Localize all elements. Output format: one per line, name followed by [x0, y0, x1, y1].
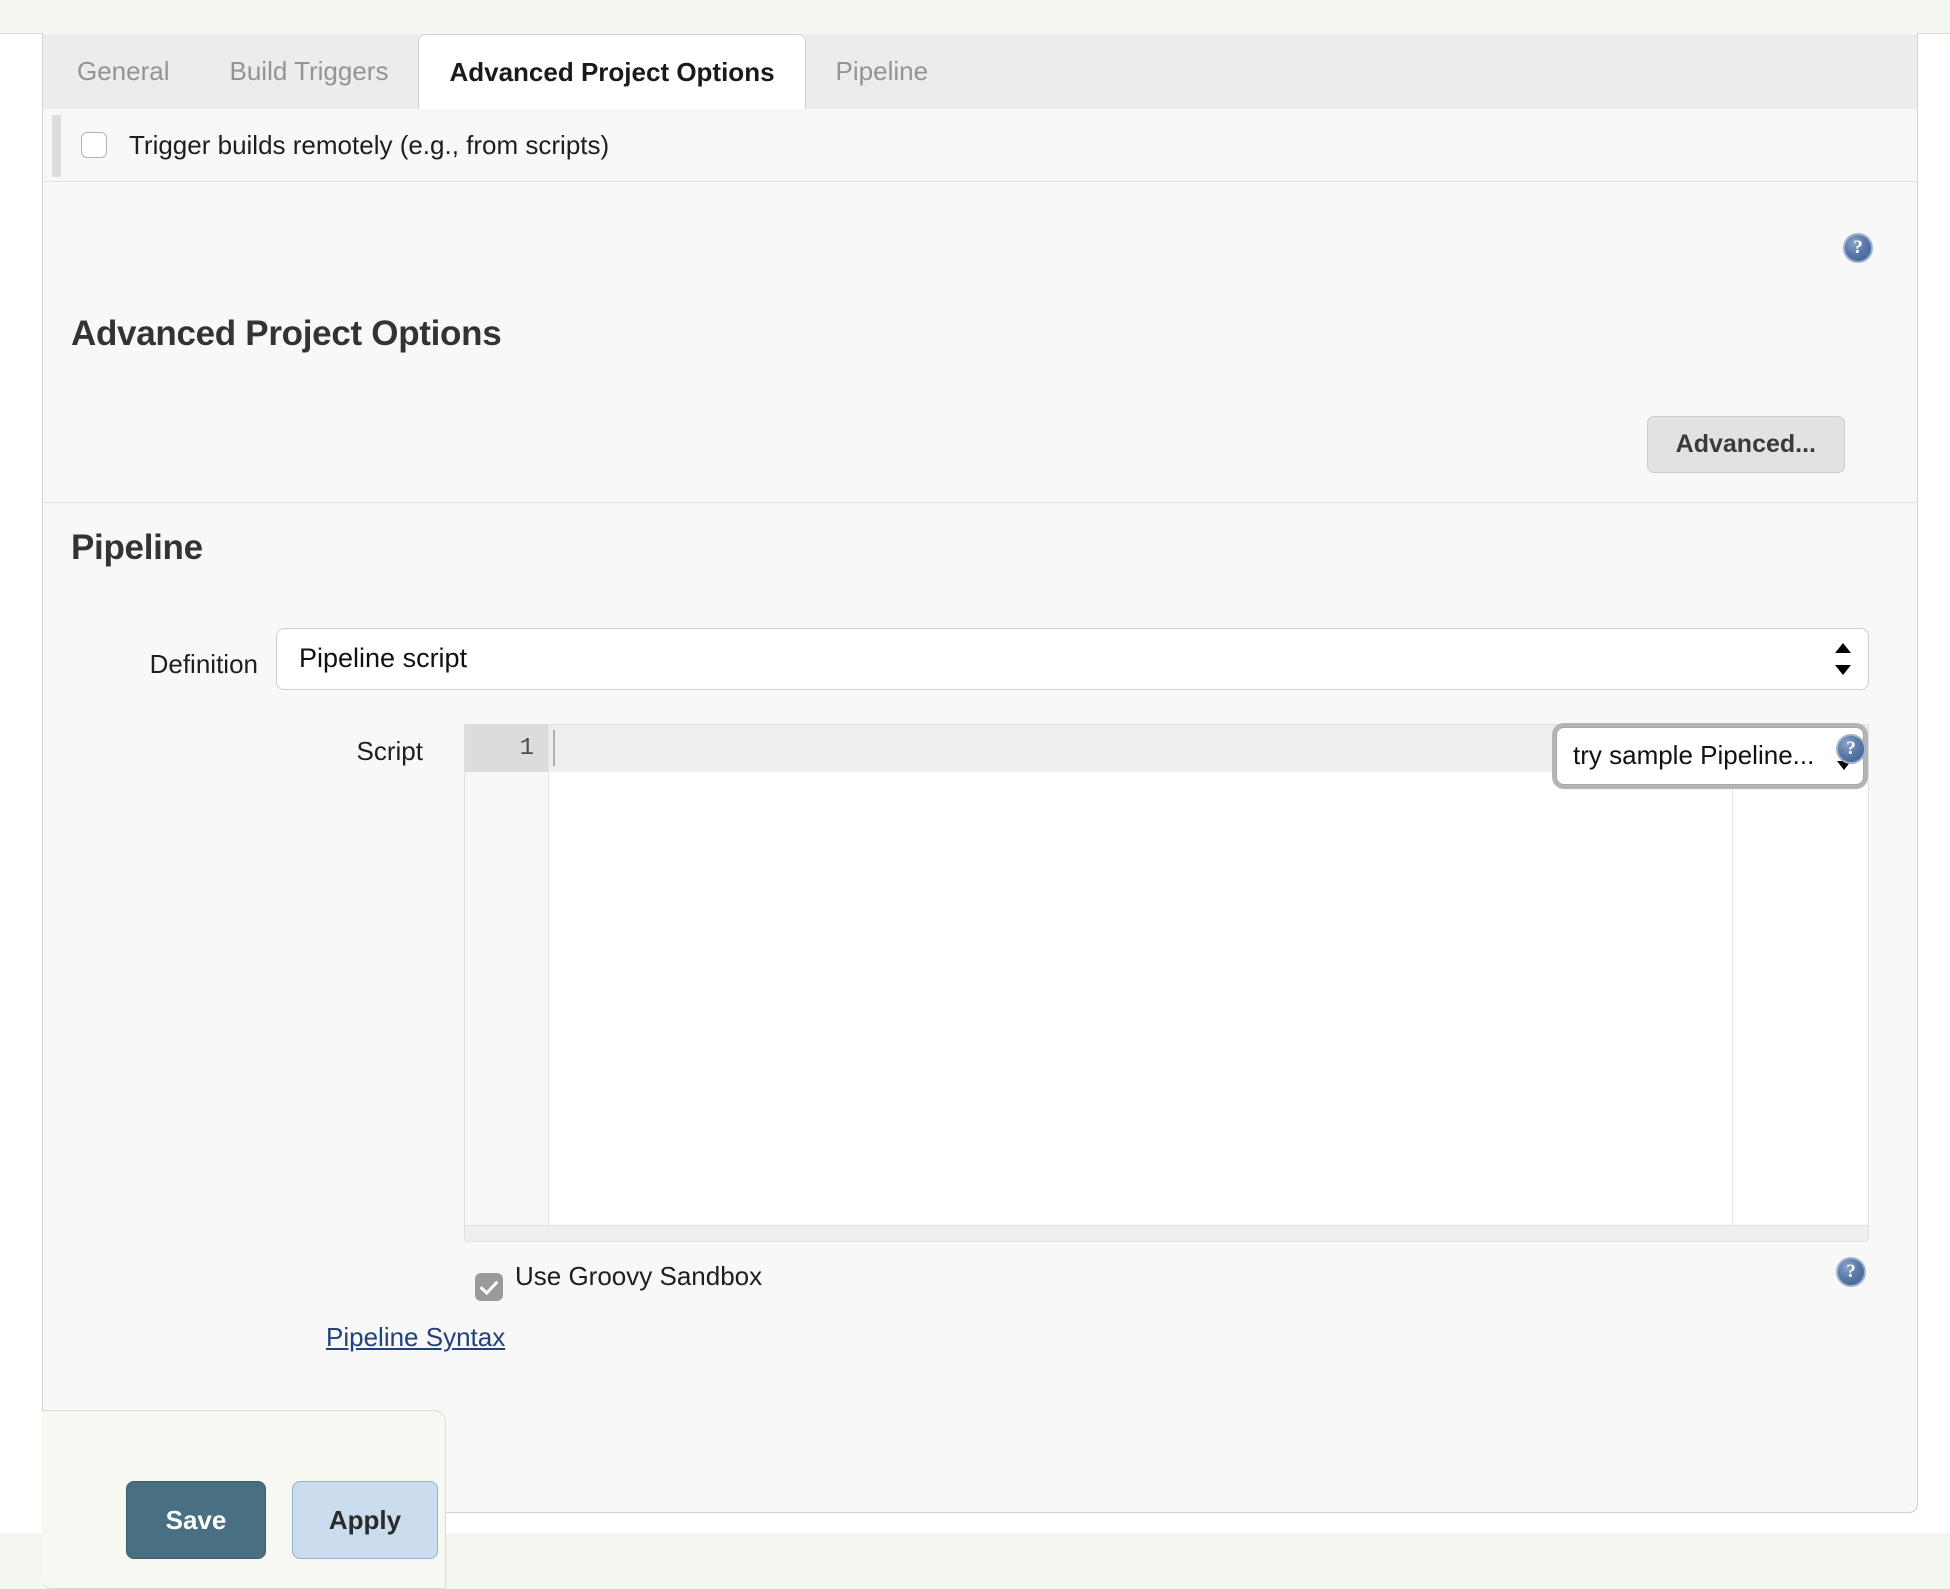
try-sample-pipeline-value: try sample Pipeline... — [1573, 740, 1815, 770]
apply-button[interactable]: Apply — [292, 1481, 438, 1559]
section-indent-bar — [52, 115, 61, 177]
advanced-project-options-heading: Advanced Project Options — [71, 314, 502, 353]
use-groovy-sandbox-label: Use Groovy Sandbox — [515, 1261, 763, 1291]
try-sample-pipeline-select[interactable]: try sample Pipeline... — [1556, 727, 1864, 785]
tab-build-triggers[interactable]: Build Triggers — [200, 34, 419, 109]
help-icon-trigger-builds[interactable]: ? — [1843, 233, 1873, 263]
script-code-editor[interactable]: 1 — [464, 724, 1869, 1226]
definition-label: Definition — [149, 649, 258, 679]
definition-select-value: Pipeline script — [299, 643, 468, 673]
tab-pipeline[interactable]: Pipeline — [806, 34, 959, 109]
help-icon-script[interactable]: ? — [1836, 734, 1866, 764]
trigger-builds-remotely-label: Trigger builds remotely (e.g., from scri… — [129, 129, 610, 160]
save-button[interactable]: Save — [126, 1481, 266, 1559]
editor-line-number-gutter: 1 — [465, 725, 549, 1225]
tab-advanced-project-options[interactable]: Advanced Project Options — [418, 34, 806, 110]
editor-resize-handle[interactable] — [464, 1226, 1869, 1242]
advanced-button[interactable]: Advanced... — [1646, 416, 1845, 473]
pipeline-heading: Pipeline — [71, 528, 203, 567]
divider-after-trigger — [44, 181, 1918, 182]
trigger-builds-remotely-checkbox[interactable] — [81, 132, 107, 158]
pipeline-syntax-link[interactable]: Pipeline Syntax — [326, 1322, 505, 1353]
configuration-content: Trigger builds remotely (e.g., from scri… — [42, 109, 1918, 1589]
editor-text-caret — [553, 730, 555, 766]
top-background-strip — [0, 0, 1950, 33]
chevron-updown-icon — [1835, 641, 1851, 677]
script-label: Script — [356, 736, 423, 766]
editor-print-margin-ruler — [1732, 773, 1733, 1225]
tab-general[interactable]: General — [43, 34, 200, 109]
trigger-builds-remotely-row: Trigger builds remotely (e.g., from scri… — [43, 109, 1917, 181]
definition-select[interactable]: Pipeline script — [276, 628, 1869, 690]
tab-bar: General Build Triggers Advanced Project … — [42, 34, 1918, 110]
help-icon-groovy-sandbox[interactable]: ? — [1836, 1257, 1866, 1287]
editor-active-gutter-highlight — [465, 725, 548, 772]
use-groovy-sandbox-checkbox[interactable] — [475, 1273, 503, 1301]
divider-before-pipeline — [44, 502, 1918, 503]
editor-line-number: 1 — [519, 735, 534, 762]
